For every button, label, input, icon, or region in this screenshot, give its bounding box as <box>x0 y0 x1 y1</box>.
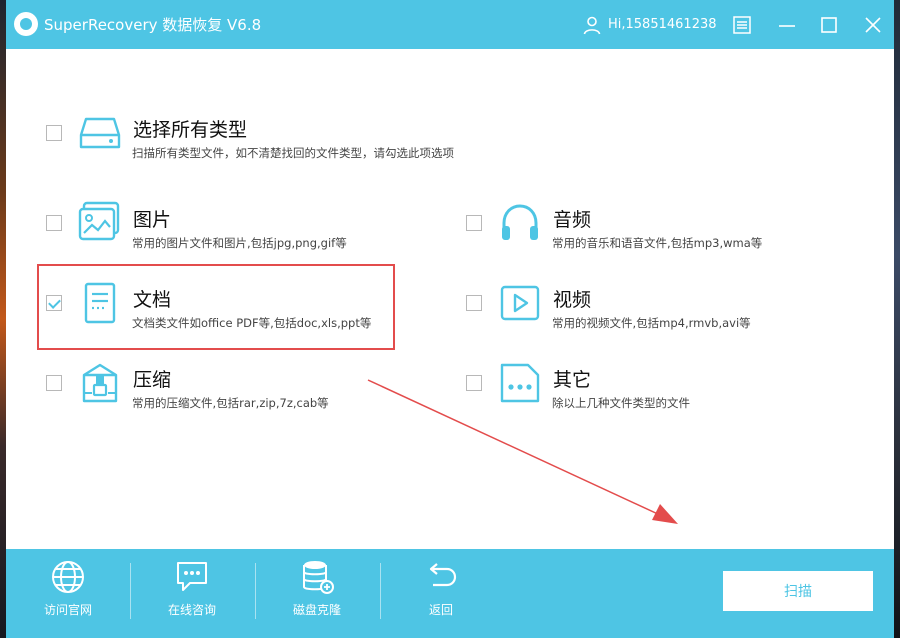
headphones-icon <box>502 204 538 240</box>
option-video[interactable]: 视频 常用的视频文件,包括mp4,rmvb,avi等 <box>466 275 866 335</box>
archive-icon <box>82 363 118 403</box>
back-icon <box>429 563 457 587</box>
menu-icon[interactable] <box>731 14 753 36</box>
more-icon <box>500 363 540 403</box>
close-icon[interactable] <box>862 14 884 36</box>
minimize-icon[interactable] <box>776 14 798 36</box>
app-logo-icon <box>14 12 38 36</box>
title-bar[interactable]: SuperRecovery 数据恢复 V6.8 Hi,15851461238 <box>6 0 894 49</box>
footer-bar: 访问官网 在线咨询 磁盘克隆 返回 扫描 <box>6 549 894 638</box>
highlight-box <box>37 264 395 350</box>
user-name[interactable]: Hi,15851461238 <box>608 17 717 32</box>
image-icon <box>78 201 120 241</box>
option-title: 图片 <box>133 209 172 231</box>
footer-label: 磁盘克隆 <box>292 603 341 617</box>
option-desc: 除以上几种文件类型的文件 <box>552 396 690 410</box>
footer-separator <box>380 563 381 619</box>
disk-clone-button[interactable]: 磁盘克隆 <box>267 559 367 631</box>
checkbox-other[interactable] <box>466 375 482 391</box>
checkbox-all-types[interactable] <box>46 125 62 141</box>
chat-icon <box>177 562 207 591</box>
scan-button[interactable]: 扫描 <box>723 571 873 611</box>
option-title: 视频 <box>553 289 592 311</box>
option-desc: 扫描所有类型文件，如不清楚找回的文件类型，请勾选此项选项 <box>132 146 454 160</box>
checkbox-archive[interactable] <box>46 375 62 391</box>
maximize-icon[interactable] <box>818 14 840 36</box>
app-title: SuperRecovery 数据恢复 V6.8 <box>44 16 262 34</box>
footer-label: 在线咨询 <box>167 603 216 617</box>
option-all-types[interactable]: 选择所有类型 扫描所有类型文件，如不清楚找回的文件类型，请勾选此项选项 <box>46 109 466 169</box>
visit-website-button[interactable]: 访问官网 <box>18 559 118 631</box>
app-window: SuperRecovery 数据恢复 V6.8 Hi,15851461238 选… <box>6 0 894 638</box>
checkbox-audio[interactable] <box>466 215 482 231</box>
option-title: 音频 <box>553 209 592 231</box>
online-chat-button[interactable]: 在线咨询 <box>142 559 242 631</box>
play-icon <box>500 285 540 321</box>
back-button[interactable]: 返回 <box>391 559 491 631</box>
option-title: 压缩 <box>133 369 172 391</box>
footer-separator <box>130 563 131 619</box>
option-title: 其它 <box>553 369 592 391</box>
user-icon[interactable] <box>582 15 602 35</box>
globe-icon <box>52 561 84 593</box>
option-image[interactable]: 图片 常用的图片文件和图片,包括jpg,png,gif等 <box>46 195 446 255</box>
option-desc: 常用的视频文件,包括mp4,rmvb,avi等 <box>552 316 751 330</box>
footer-separator <box>255 563 256 619</box>
hard-drive-icon <box>79 117 121 149</box>
database-icon <box>303 561 334 594</box>
checkbox-image[interactable] <box>46 215 62 231</box>
option-desc: 常用的压缩文件,包括rar,zip,7z,cab等 <box>132 396 329 410</box>
option-archive[interactable]: 压缩 常用的压缩文件,包括rar,zip,7z,cab等 <box>46 355 446 415</box>
option-other[interactable]: 其它 除以上几种文件类型的文件 <box>466 355 866 415</box>
option-desc: 常用的音乐和语音文件,包括mp3,wma等 <box>552 236 763 250</box>
checkbox-video[interactable] <box>466 295 482 311</box>
option-title: 选择所有类型 <box>133 119 248 141</box>
footer-label: 访问官网 <box>43 603 92 617</box>
file-type-panel: 选择所有类型 扫描所有类型文件，如不清楚找回的文件类型，请勾选此项选项 图片 常… <box>6 49 894 549</box>
option-audio[interactable]: 音频 常用的音乐和语音文件,包括mp3,wma等 <box>466 195 866 255</box>
option-desc: 常用的图片文件和图片,包括jpg,png,gif等 <box>132 236 347 250</box>
desktop-background-right <box>894 0 900 638</box>
footer-label: 返回 <box>428 603 453 617</box>
